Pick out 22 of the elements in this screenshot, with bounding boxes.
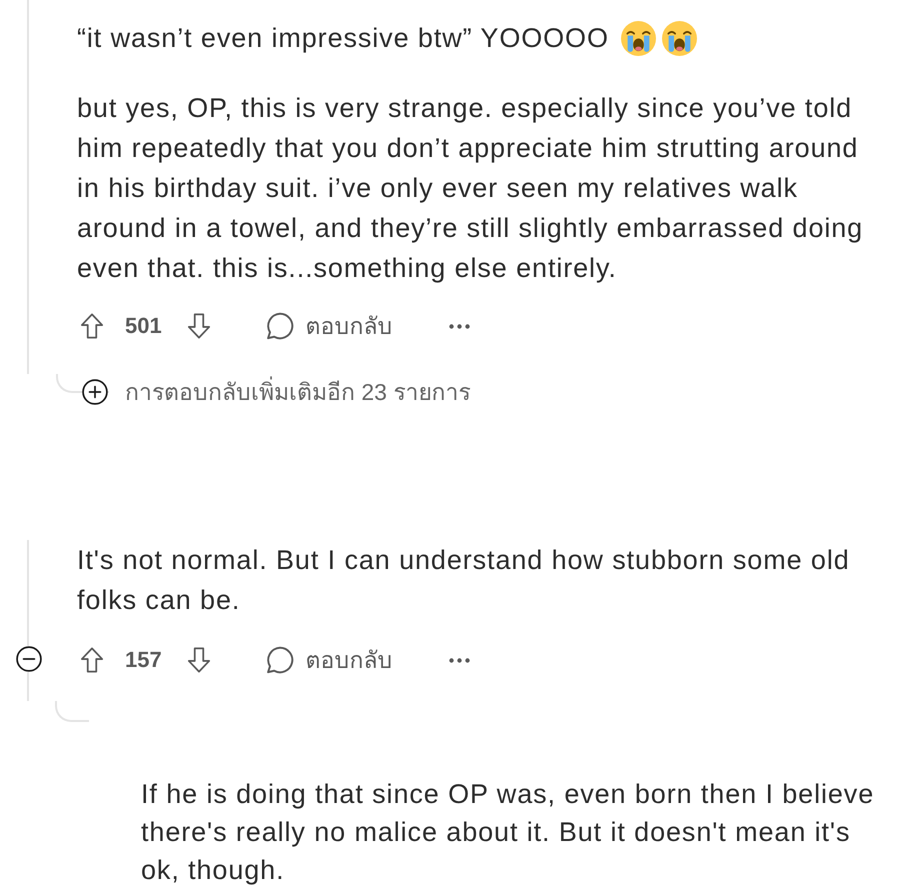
reply-button[interactable]: ตอบกลับ bbox=[266, 642, 393, 678]
speech-bubble-icon[interactable] bbox=[266, 312, 294, 340]
upvote-arrow-icon[interactable] bbox=[80, 313, 104, 339]
more-options-icon[interactable] bbox=[448, 658, 470, 662]
more-options-icon[interactable] bbox=[448, 324, 470, 328]
vote-count: 157 bbox=[125, 647, 162, 673]
upvote-arrow-icon[interactable] bbox=[80, 647, 104, 673]
downvote-arrow-icon[interactable] bbox=[186, 313, 211, 339]
downvote-arrow-icon[interactable] bbox=[186, 647, 211, 673]
plus-circle-icon[interactable] bbox=[82, 379, 108, 405]
reply-button[interactable]: ตอบกลับ bbox=[266, 308, 393, 344]
vote-count: 501 bbox=[125, 313, 162, 339]
more-replies-button[interactable]: การตอบกลับเพิ่มเติมอีก 23 รายการ bbox=[82, 374, 470, 410]
crying-face-icon bbox=[662, 20, 697, 56]
comment-text: “it wasn’t even impressive btw” YOOOOO bbox=[77, 22, 609, 55]
thread-connector bbox=[55, 701, 89, 722]
minus-circle-icon[interactable] bbox=[16, 646, 42, 672]
crying-face-icon bbox=[620, 20, 656, 56]
speech-bubble-icon[interactable] bbox=[266, 646, 294, 674]
comment-text: but yes, OP, this is very strange. especially since you’ve told him repeatedly that you don’t appreciate him strutting around in his birthday suit. i’ve only ever seen my relatives walk around in a towel, and they’re still slightly embarrassed doing even that. this is...something else entirely. bbox=[77, 92, 864, 285]
comment-text: It's not normal. But I can understand how stubborn some old folks can be. bbox=[77, 544, 851, 617]
comment-text: If he is doing that since OP was, even born then I believe there's really no malice about it. But it doesn't mean it's ok, though. bbox=[141, 778, 876, 887]
